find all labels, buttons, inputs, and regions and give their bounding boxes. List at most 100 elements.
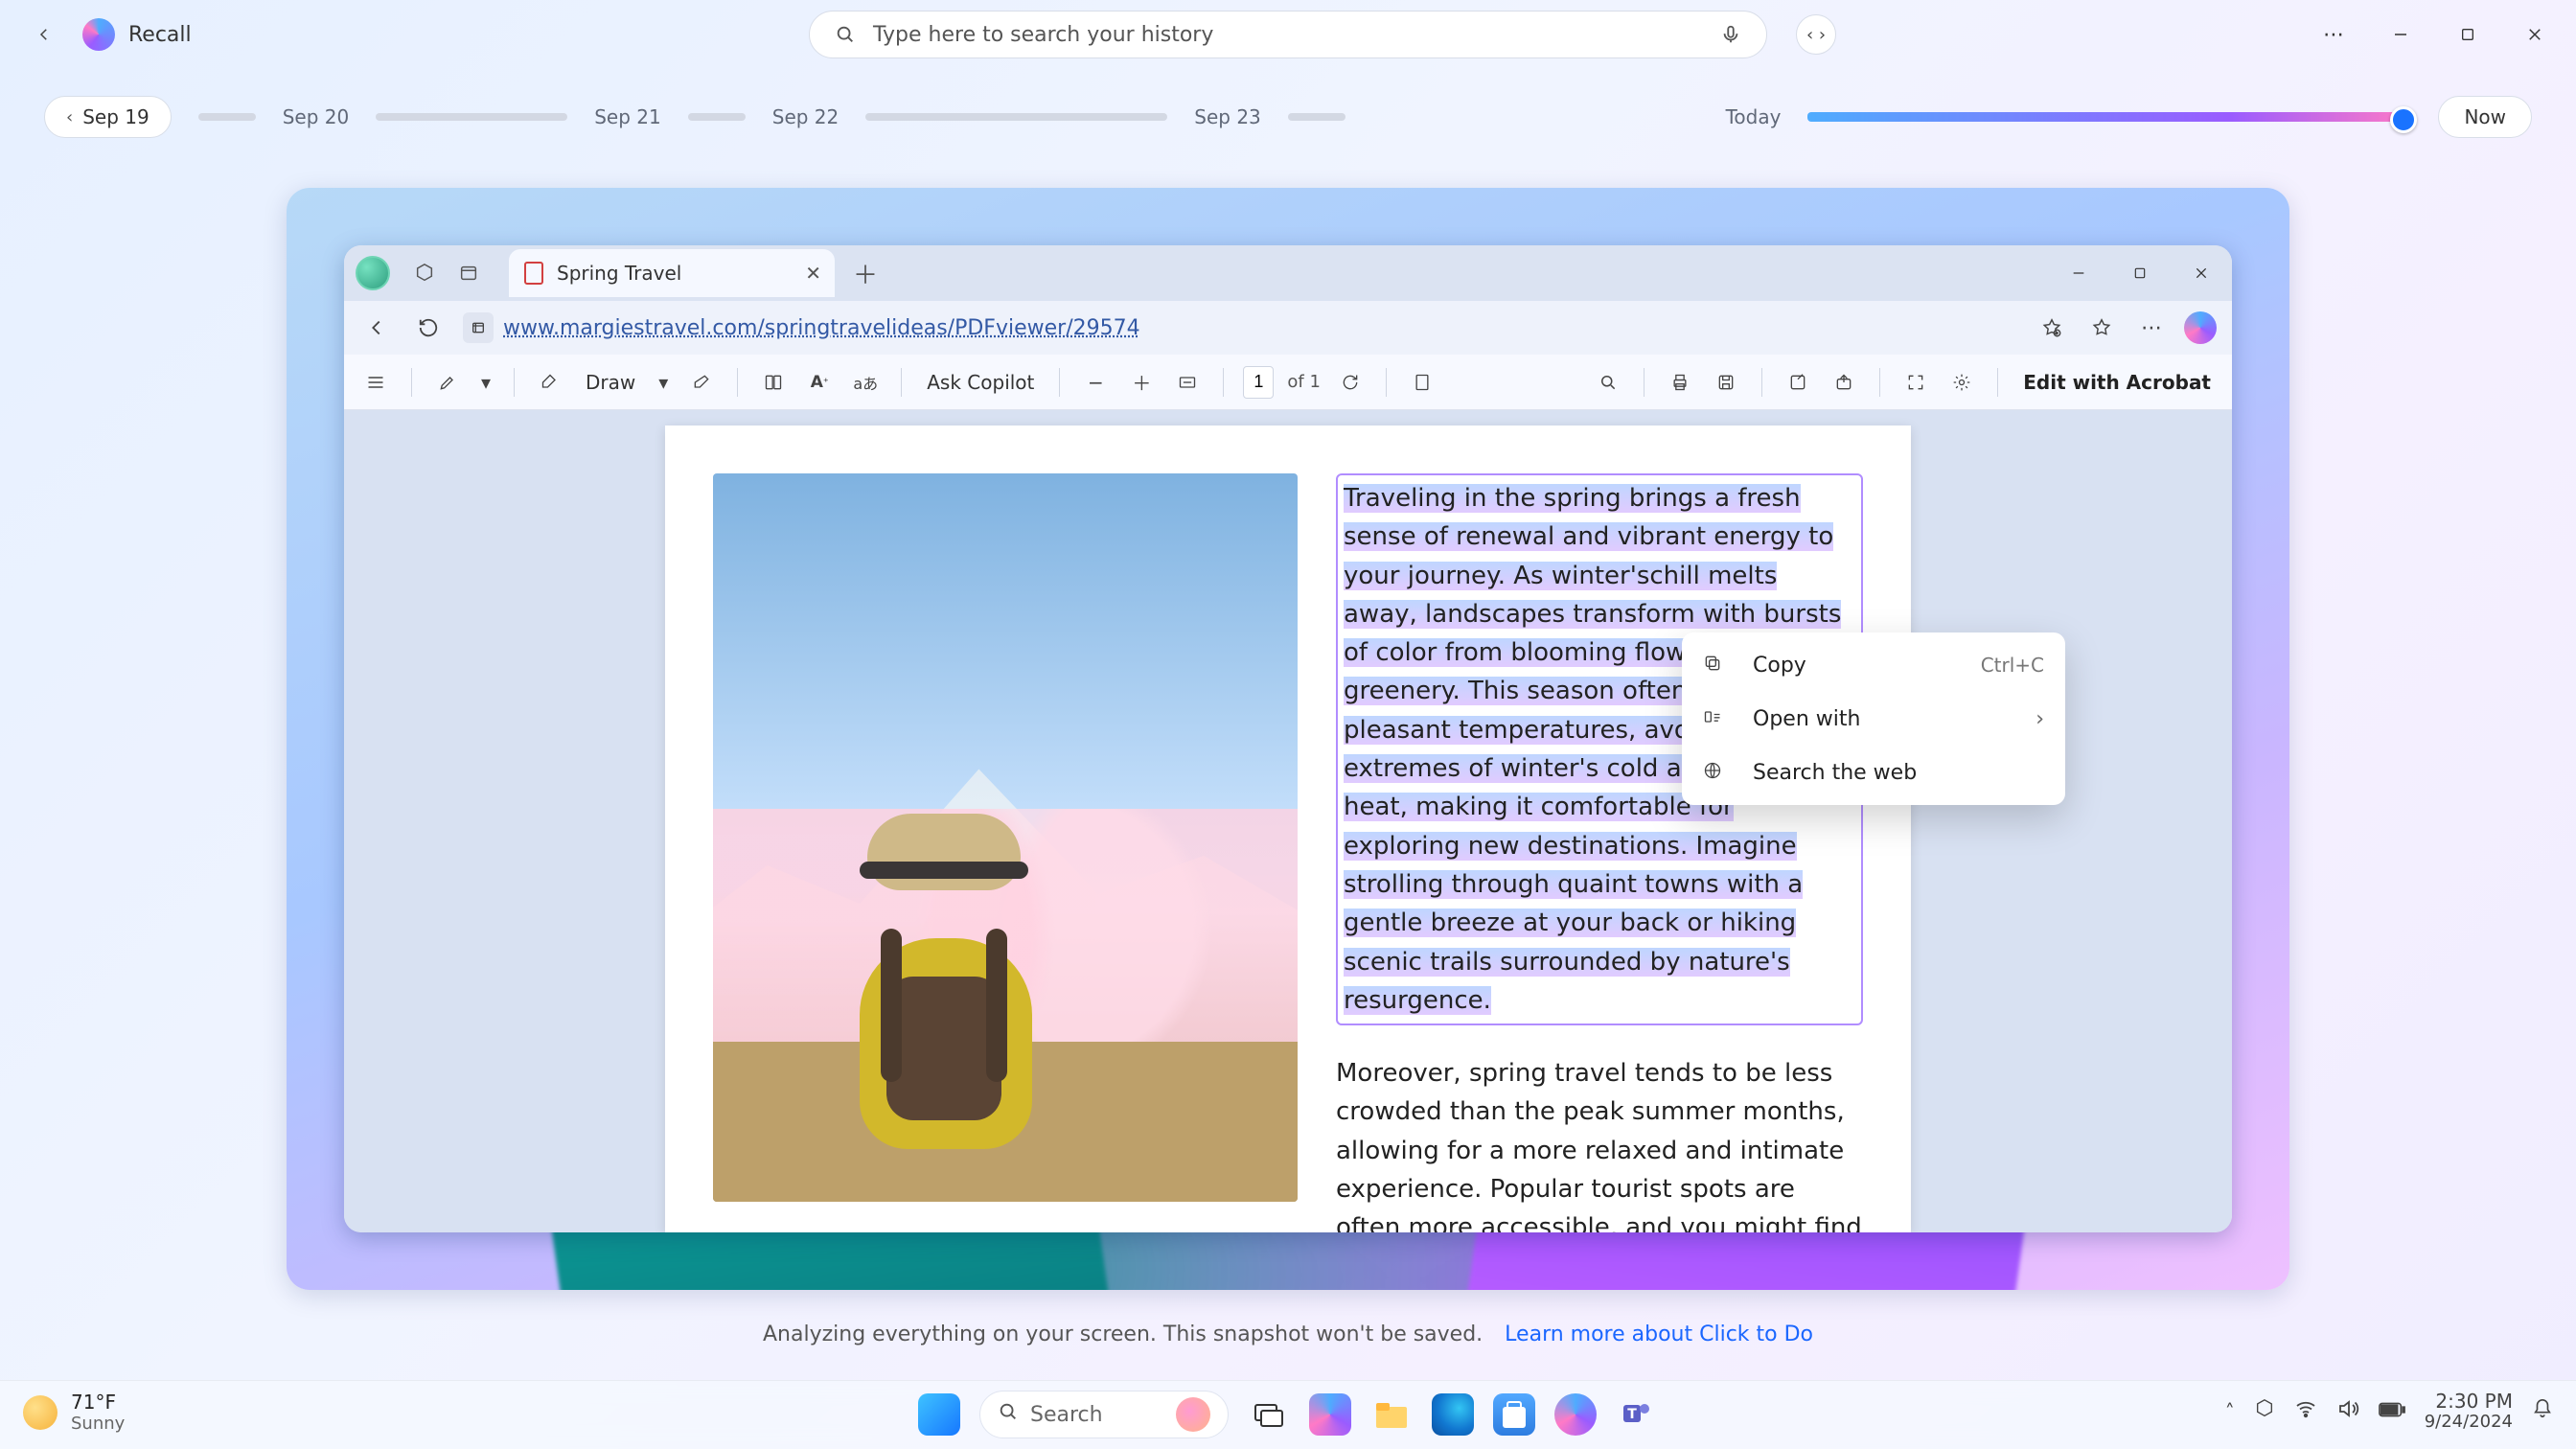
rotate-icon[interactable]: [1334, 366, 1367, 399]
learn-more-link[interactable]: Learn more about Click to Do: [1505, 1322, 1813, 1346]
wifi-icon[interactable]: [2294, 1397, 2317, 1425]
mic-icon[interactable]: [1720, 24, 1741, 45]
highlight-icon[interactable]: [431, 366, 464, 399]
snapshot-window: Spring Travel ✕ ＋ www.margiestravel.com/…: [287, 188, 2289, 1290]
tray-icon[interactable]: [2254, 1398, 2275, 1424]
address-bar[interactable]: www.margiestravel.com/springtravelideas/…: [463, 309, 2017, 347]
recall-minimize-button[interactable]: [2369, 8, 2432, 61]
browser-more-button[interactable]: ⋯: [2134, 310, 2169, 345]
profile-avatar-icon[interactable]: [356, 256, 390, 290]
start-button[interactable]: [918, 1393, 960, 1436]
search-icon: [835, 24, 856, 45]
favorites-icon[interactable]: [2084, 310, 2119, 345]
battery-icon[interactable]: [2379, 1400, 2405, 1423]
text-size-icon[interactable]: A⁺: [803, 366, 836, 399]
chevron-down-icon[interactable]: ▾: [477, 366, 494, 399]
file-explorer-icon[interactable]: [1370, 1393, 1413, 1436]
chevron-down-icon[interactable]: ▾: [655, 366, 672, 399]
context-copy-item[interactable]: Copy Ctrl+C: [1688, 638, 2059, 692]
browser-back-button[interactable]: [359, 310, 394, 345]
copy-icon: [1703, 654, 1732, 678]
taskbar-search[interactable]: Search: [979, 1391, 1229, 1438]
window-minimize-button[interactable]: [2048, 245, 2109, 301]
fullscreen-icon[interactable]: [1899, 366, 1932, 399]
tab-title: Spring Travel: [557, 262, 681, 285]
new-tab-button[interactable]: ＋: [846, 254, 885, 292]
pen-icon[interactable]: [534, 366, 566, 399]
page-number-input[interactable]: [1243, 366, 1274, 399]
weather-icon: [23, 1395, 58, 1430]
favorite-star-icon[interactable]: [2035, 310, 2069, 345]
add-note-icon[interactable]: [1782, 366, 1814, 399]
copilot-app-icon[interactable]: [1554, 1393, 1597, 1436]
timeline-date-pill[interactable]: ‹ Sep 19: [44, 96, 172, 138]
edge-browser-window: Spring Travel ✕ ＋ www.margiestravel.com/…: [344, 245, 2232, 1232]
taskbar: 71°F Sunny Search T ˄ 2:30 PM 9/24/2024: [0, 1380, 2576, 1449]
tray-chevron-icon[interactable]: ˄: [2225, 1400, 2235, 1423]
teams-icon[interactable]: T: [1616, 1393, 1658, 1436]
open-with-icon: [1703, 707, 1732, 731]
timeline-segment[interactable]: [376, 113, 567, 121]
recall-search-placeholder: Type here to search your history: [873, 23, 1720, 47]
timeline-now-button[interactable]: Now: [2438, 96, 2532, 138]
shortcut-label: Ctrl+C: [1981, 654, 2044, 677]
copilot-taskbar-icon[interactable]: [1309, 1393, 1351, 1436]
taskbar-clock[interactable]: 2:30 PM 9/24/2024: [2425, 1391, 2513, 1433]
timeline-segment[interactable]: [1288, 113, 1346, 121]
taskview-icon[interactable]: [1248, 1393, 1290, 1436]
document-text[interactable]: Traveling in the spring brings a fresh s…: [1336, 473, 1863, 1184]
contents-icon[interactable]: [359, 366, 392, 399]
tab-actions-icon[interactable]: [451, 256, 486, 290]
two-page-icon[interactable]: [757, 366, 790, 399]
timeline-segment[interactable]: [198, 113, 256, 121]
edge-icon[interactable]: [1432, 1393, 1474, 1436]
document-image: [713, 473, 1298, 1202]
globe-icon: [1703, 761, 1732, 785]
volume-icon[interactable]: [2336, 1397, 2359, 1425]
print-icon[interactable]: [1664, 366, 1696, 399]
taskbar-weather-widget[interactable]: 71°F Sunny: [23, 1391, 125, 1434]
site-info-icon[interactable]: [463, 312, 494, 343]
settings-icon[interactable]: [1945, 366, 1978, 399]
pdf-search-icon[interactable]: [1592, 366, 1624, 399]
fit-width-icon[interactable]: [1171, 366, 1204, 399]
recall-logo-icon: [82, 18, 115, 51]
timeline-segment[interactable]: [865, 113, 1167, 121]
context-open-with-item[interactable]: Open with ›: [1688, 692, 2059, 746]
window-close-button[interactable]: [2171, 245, 2232, 301]
timeline-today-segment[interactable]: [1807, 112, 2411, 122]
zoom-in-icon[interactable]: ＋: [1125, 366, 1158, 399]
copilot-icon[interactable]: [2184, 311, 2217, 344]
svg-text:T: T: [1627, 1407, 1637, 1422]
translate-icon[interactable]: aあ: [849, 366, 882, 399]
share-icon[interactable]: [1828, 366, 1860, 399]
save-icon[interactable]: [1710, 366, 1742, 399]
recall-title: Recall: [128, 23, 192, 47]
notifications-icon[interactable]: [2532, 1398, 2553, 1424]
recall-expand-button[interactable]: ‹ ›: [1796, 14, 1836, 55]
workspaces-icon[interactable]: [407, 256, 442, 290]
ask-copilot-button[interactable]: Ask Copilot: [921, 371, 1040, 394]
chevron-right-icon: ›: [2036, 707, 2044, 731]
recall-more-button[interactable]: ⋯: [2302, 8, 2365, 61]
recall-close-button[interactable]: [2503, 8, 2566, 61]
zoom-out-icon[interactable]: −: [1079, 366, 1112, 399]
recall-search-field[interactable]: Type here to search your history: [809, 11, 1767, 58]
window-maximize-button[interactable]: [2109, 245, 2171, 301]
tab-close-button[interactable]: ✕: [805, 262, 821, 285]
recall-back-button[interactable]: [29, 19, 59, 50]
store-icon[interactable]: [1493, 1393, 1535, 1436]
context-menu: Copy Ctrl+C Open with › Search the web: [1682, 632, 2065, 805]
recall-maximize-button[interactable]: [2436, 8, 2499, 61]
taskbar-search-placeholder: Search: [1030, 1403, 1103, 1427]
browser-refresh-button[interactable]: [411, 310, 446, 345]
context-search-web-item[interactable]: Search the web: [1688, 746, 2059, 799]
timeline-segment[interactable]: [688, 113, 746, 121]
draw-label[interactable]: Draw: [580, 371, 641, 394]
edit-acrobat-button[interactable]: Edit with Acrobat: [2017, 371, 2217, 394]
browser-tab[interactable]: Spring Travel ✕: [509, 249, 835, 297]
timeline-day-label: Sep 23: [1194, 105, 1261, 128]
page-view-icon[interactable]: [1406, 366, 1438, 399]
erase-icon[interactable]: [685, 366, 718, 399]
timeline-today-label: Today: [1726, 105, 1782, 128]
